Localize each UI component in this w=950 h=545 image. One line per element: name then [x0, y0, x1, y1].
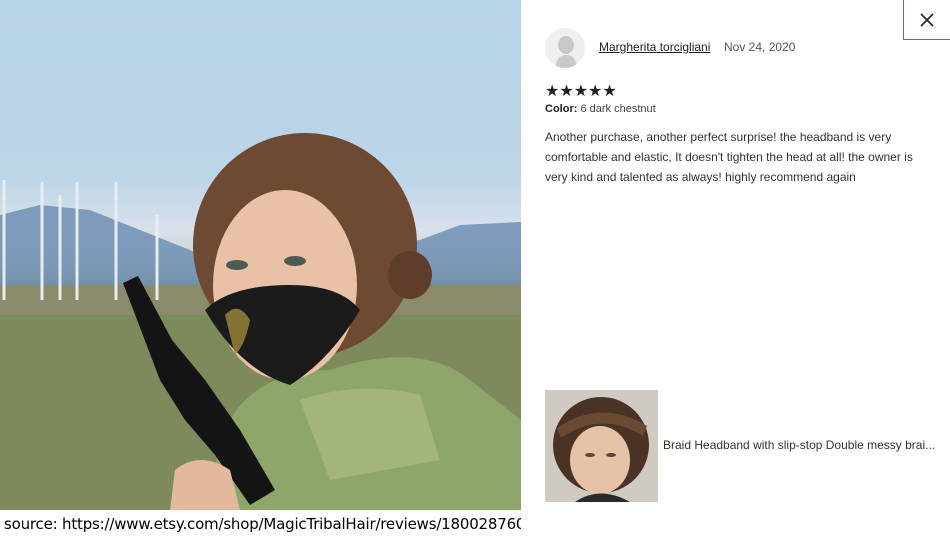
variation-value: 6 dark chestnut	[580, 103, 656, 115]
close-icon	[920, 12, 934, 27]
product-title-link[interactable]: Braid Headband with slip-stop Double mes…	[663, 438, 943, 452]
variation-label: Color:	[545, 103, 578, 115]
review-variation: Color: 6 dark chestnut	[545, 103, 656, 115]
star-rating: ★★★★★	[545, 83, 617, 100]
review-text: Another purchase, another perfect surpri…	[545, 130, 913, 184]
user-silhouette-icon	[545, 28, 585, 68]
product-thumbnail-illustration	[545, 390, 658, 502]
review-photo	[0, 0, 521, 510]
product-thumbnail[interactable]	[545, 390, 658, 502]
review-panel: Margherita torcigliani Nov 24, 2020 ★★★★…	[521, 0, 950, 545]
close-button[interactable]	[903, 0, 950, 40]
review-photo-illustration	[0, 133, 521, 510]
reviewer-avatar	[545, 28, 585, 68]
reviewer-name-link[interactable]: Margherita torcigliani	[599, 40, 710, 54]
source-caption: source: https://www.etsy.com/shop/MagicT…	[4, 515, 535, 533]
review-date: Nov 24, 2020	[724, 40, 796, 54]
